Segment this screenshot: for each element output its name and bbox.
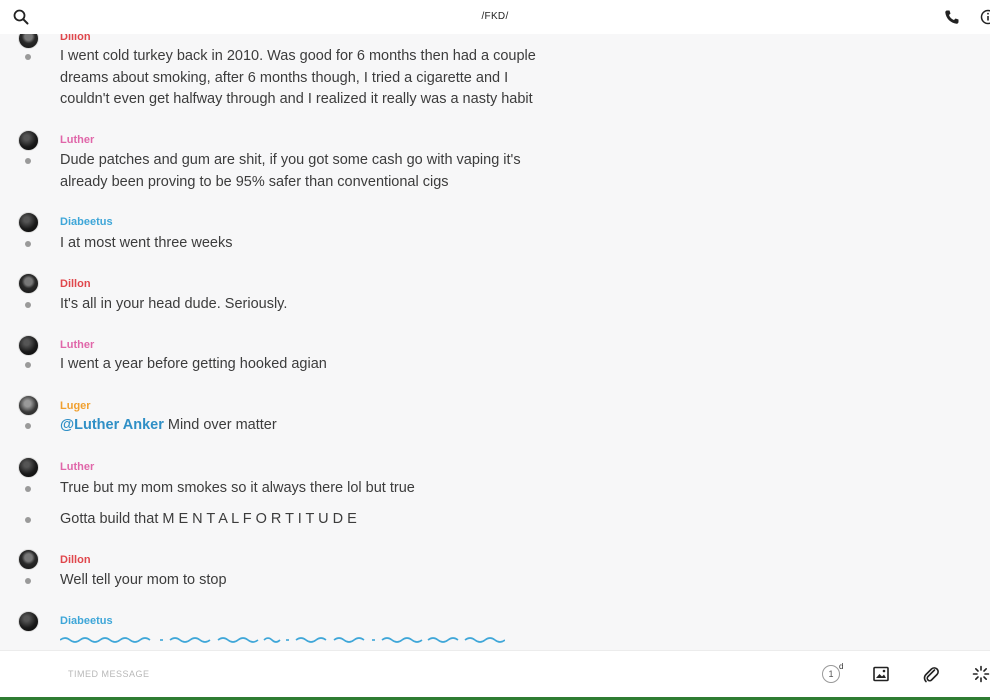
timer-button[interactable]: 1 xyxy=(822,665,840,683)
message-author[interactable]: Diabeetus xyxy=(60,615,113,627)
info-icon[interactable] xyxy=(980,9,990,25)
conversation-title[interactable]: /FKD/ xyxy=(0,11,990,22)
status-dot xyxy=(25,54,31,60)
paperclip-icon[interactable] xyxy=(923,665,939,683)
message-text: I at most went three weeks xyxy=(60,235,233,251)
status-dot xyxy=(25,578,31,584)
message-author[interactable]: Luther xyxy=(60,339,94,351)
message-author[interactable]: Dillon xyxy=(60,554,91,566)
user-mention[interactable]: @Luther Anker xyxy=(60,417,164,433)
message-composer: TIMED MESSAGE xyxy=(0,650,990,700)
message-text-body: Mind over matter xyxy=(163,417,277,433)
message-input[interactable]: TIMED MESSAGE xyxy=(68,669,150,679)
conversation-header: /FKD/ xyxy=(0,0,990,34)
message-text: Dude patches and gum are shit, if you go… xyxy=(60,152,521,190)
message-author[interactable]: Luther xyxy=(60,134,94,146)
handwritten-message-scribble xyxy=(60,637,505,643)
message-author[interactable]: Diabeetus xyxy=(60,216,113,228)
status-dot xyxy=(25,517,31,523)
sparkle-icon[interactable] xyxy=(972,665,990,683)
avatar[interactable] xyxy=(18,395,39,416)
avatar[interactable] xyxy=(18,273,39,294)
message-text: I went a year before getting hooked agia… xyxy=(60,356,327,372)
message-text: True but my mom smokes so it always ther… xyxy=(60,480,415,496)
message-text: Gotta build that M E N T A L F O R T I T… xyxy=(60,509,540,531)
avatar[interactable] xyxy=(18,130,39,151)
status-dot xyxy=(25,362,31,368)
timer-value: 1 xyxy=(828,669,834,679)
message-text: @Luther Anker Mind over matter xyxy=(60,415,540,437)
avatar[interactable] xyxy=(18,457,39,478)
status-dot xyxy=(25,423,31,429)
status-dot xyxy=(25,241,31,247)
timer-unit: d xyxy=(839,662,844,671)
message-text-body: Gotta build that M E N T A L F O R T I T… xyxy=(60,511,357,527)
avatar[interactable] xyxy=(18,212,39,233)
phone-icon[interactable] xyxy=(944,9,960,25)
image-icon[interactable] xyxy=(873,666,889,682)
avatar[interactable] xyxy=(18,549,39,570)
avatar[interactable] xyxy=(18,335,39,356)
status-dot xyxy=(25,158,31,164)
message-text: It's all in your head dude. Seriously. xyxy=(60,296,288,312)
avatar[interactable] xyxy=(18,611,39,632)
message-author[interactable]: Luger xyxy=(60,400,91,412)
status-dot xyxy=(25,486,31,492)
message-text: I went cold turkey back in 2010. Was goo… xyxy=(60,48,536,107)
message-author[interactable]: Dillon xyxy=(60,278,91,290)
status-dot xyxy=(25,302,31,308)
message-text: Well tell your mom to stop xyxy=(60,572,227,588)
message-list[interactable]: Dillon I went cold turkey back in 2010. … xyxy=(0,0,990,650)
message-author[interactable]: Luther xyxy=(60,461,94,473)
